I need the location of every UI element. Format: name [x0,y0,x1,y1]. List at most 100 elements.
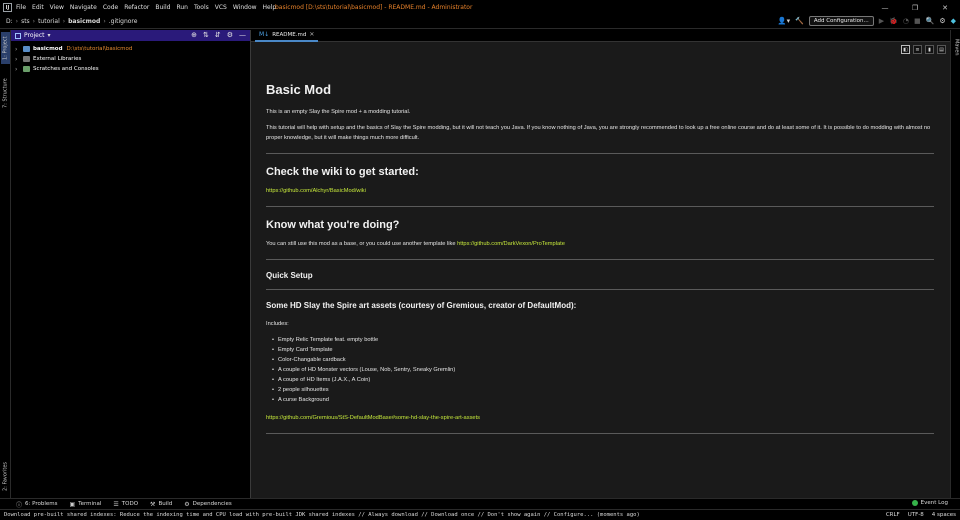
terminal-tab[interactable]: ▣ Terminal [69,501,101,508]
locate-icon[interactable]: ⊕ [191,31,197,39]
menu-edit[interactable]: Edit [32,4,44,11]
project-pane-header: Project ▾ ⊕ ⇅ ⇵ ⚙ — [11,30,250,41]
menu-vcs[interactable]: VCS [215,4,227,11]
problems-label: 6: Problems [25,501,58,507]
split-icon[interactable]: ▤ [937,45,946,54]
dependencies-label: Dependencies [192,501,232,507]
scratches-icon [23,66,30,72]
list-item: A couple of HD Monster vectors (Louse, N… [272,365,934,375]
menu-run[interactable]: Run [176,4,188,11]
terminal-icon: ▣ [69,500,76,508]
gear-icon[interactable]: ⚙ [227,31,233,39]
collapse-all-icon[interactable]: ⇅ [203,31,209,39]
build-label: Build [158,501,173,507]
menu-bar: IJ File Edit View Navigate Code Refactor… [0,0,960,15]
divider [266,206,934,207]
menu-code[interactable]: Code [103,4,118,11]
dependencies-icon: ⚙ [184,500,190,508]
window-title: basicmod [D:\sts\tutorial\basicmod] - RE… [275,4,473,11]
menu-tools[interactable]: Tools [194,4,209,11]
breadcrumb-tutorial[interactable]: tutorial [38,18,60,25]
build-hammer-icon[interactable]: 🔨 [795,17,804,25]
project-view-selector[interactable]: Project [24,32,45,39]
tree-item-scratches[interactable]: › Scratches and Consoles [11,64,250,74]
window-controls: — ❐ ✕ [870,0,960,15]
menu-refactor[interactable]: Refactor [124,4,149,11]
menu-build[interactable]: Build [155,4,170,11]
tree-item-label: basicmod [33,46,63,52]
settings-icon[interactable]: ⚙ [939,17,945,25]
tree-item-basicmod[interactable]: › basicmod D:\sts\tutorial\basicmod [11,44,250,54]
editor-and-preview-icon[interactable]: ◧ [901,45,910,54]
project-tree: › basicmod D:\sts\tutorial\basicmod › Ex… [11,41,250,74]
chevron-right-icon[interactable]: › [15,46,23,53]
run-icon[interactable]: ▶ [879,17,884,25]
chevron-right-icon: › [62,18,66,25]
editor-only-icon[interactable]: ≡ [913,45,922,54]
tab-structure[interactable]: 7: Structure [1,74,10,112]
tab-favorites[interactable]: 2: Favorites [1,458,10,494]
list-item: Empty Relic Template feat. empty bottle [272,335,934,345]
close-tab-icon[interactable]: ✕ [309,31,314,38]
breadcrumb-basicmod[interactable]: basicmod [68,18,100,25]
breadcrumb-drive[interactable]: D: [6,18,13,25]
indent-widget[interactable]: 4 spaces [932,512,956,518]
status-message[interactable]: Download pre-built shared indexes: Reduc… [4,512,640,518]
list-item: A coupe of HD Items (J.A.X., A Coin) [272,375,934,385]
chevron-right-icon[interactable]: › [15,56,23,63]
tree-item-label: External Libraries [33,56,82,62]
assets-heading: Some HD Slay the Spire art assets (court… [266,301,577,310]
preview-only-icon[interactable]: ▮ [925,45,934,54]
menu-file[interactable]: File [16,4,26,11]
minimize-button[interactable]: — [870,0,900,15]
dependencies-tab[interactable]: ⚙ Dependencies [184,501,232,508]
add-configuration-button[interactable]: Add Configuration... [808,16,874,26]
user-icon[interactable]: 👤▾ [778,17,790,25]
assets-link[interactable]: https://github.com/Gremious/StS-DefaultM… [266,415,480,421]
menu-navigate[interactable]: Navigate [70,4,97,11]
chevron-right-icon[interactable]: › [15,66,23,73]
protemplate-link[interactable]: https://github.com/DarkVexon/ProTemplate [457,241,565,247]
module-folder-icon [23,46,30,52]
chevron-down-icon[interactable]: ▾ [48,32,51,39]
tree-item-label: Scratches and Consoles [33,66,99,72]
tree-item-path: D:\sts\tutorial\basicmod [66,46,133,52]
know-text: You can still use this mod as a base, or… [266,241,456,247]
coverage-icon[interactable]: ◔ [903,17,909,25]
line-separator-widget[interactable]: CRLF [886,512,900,518]
divider [266,153,934,154]
terminal-label: Terminal [78,501,102,507]
menu-view[interactable]: View [50,4,64,11]
list-item: Color-Changable cardback [272,355,934,365]
problems-tab[interactable]: ⓘ 6: Problems [16,500,57,509]
tree-item-external-libraries[interactable]: › External Libraries [11,54,250,64]
restore-button[interactable]: ❐ [900,0,930,15]
plugin-icon[interactable]: ◆ [951,17,956,25]
chevron-right-icon: › [15,18,19,25]
includes-label: Includes: [266,321,289,327]
stop-icon[interactable]: ■ [914,17,921,25]
event-log-tab[interactable]: Event Log [911,500,948,506]
menu-window[interactable]: Window [233,4,257,11]
left-tool-strip: 1: Project 7: Structure 2: Favorites [0,30,11,498]
hide-icon[interactable]: — [239,31,246,39]
assets-list: Empty Relic Template feat. empty bottle … [266,335,934,405]
right-tool-strip: Maven [950,30,960,498]
tab-maven[interactable]: Maven [952,34,960,60]
todo-icon: ☰ [113,500,119,508]
expand-all-icon[interactable]: ⇵ [215,31,221,39]
project-view-icon [15,32,21,39]
tab-readme[interactable]: M↓ README.md ✕ [255,30,319,42]
breadcrumb-sts[interactable]: sts [21,18,30,25]
tab-project[interactable]: 1: Project [1,32,10,64]
debug-icon[interactable]: 🐞 [889,17,898,25]
close-window-button[interactable]: ✕ [930,0,960,15]
wiki-link[interactable]: https://github.com/Alchyr/BasicMod/wiki [266,188,366,194]
encoding-widget[interactable]: UTF-8 [908,512,924,518]
build-tab[interactable]: ⚒ Build [150,501,172,508]
todo-tab[interactable]: ☰ TODO [113,501,138,508]
search-icon[interactable]: 🔍 [926,17,935,25]
breadcrumb-gitignore[interactable]: .gitignore [109,18,138,25]
main-menu: File Edit View Navigate Code Refactor Bu… [16,4,282,11]
divider [266,433,934,434]
